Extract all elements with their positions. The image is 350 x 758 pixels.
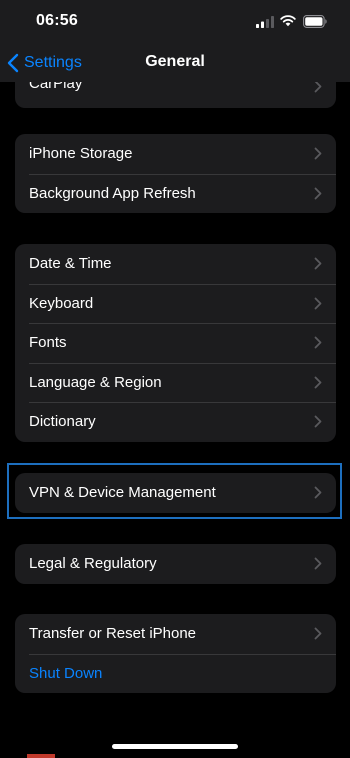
page-title: General [145,53,205,70]
chevron-right-icon [314,187,322,200]
chevron-right-icon [314,415,322,428]
chevron-right-icon [314,557,322,570]
row-label: VPN & Device Management [29,484,216,502]
reset-group: Transfer or Reset iPhone Shut Down [15,614,336,693]
chevron-right-icon [314,297,322,310]
row-label: Language & Region [29,373,162,391]
row-label: Keyboard [29,294,94,312]
chevron-right-icon [314,376,322,389]
status-time: 06:56 [36,12,78,29]
bottom-edge-decoration [27,754,55,758]
signal-icon [256,16,274,28]
row-background-app-refresh[interactable]: Background App Refresh [15,173,336,214]
chevron-right-icon [314,627,322,640]
navigation-bar: Settings General [0,44,350,82]
battery-icon [303,15,327,28]
row-legal-regulatory[interactable]: Legal & Regulatory [15,544,336,584]
wifi-icon [280,15,296,27]
row-vpn-device-management[interactable]: VPN & Device Management [15,473,336,513]
chevron-right-icon [314,257,322,270]
status-bar: 06:56 [0,0,350,44]
settings-general-screen: CarPlay 06:56 Settings General iPhone St… [0,0,350,758]
row-label: Date & Time [29,255,112,273]
row-label: Shut Down [29,664,103,682]
chevron-right-icon [314,336,322,349]
chevron-right-icon [314,147,322,160]
locale-group: Date & Time Keyboard Fonts Language & Re… [15,244,336,442]
chevron-right-icon [314,486,322,499]
row-fonts[interactable]: Fonts [15,323,336,363]
row-label: Fonts [29,334,67,352]
row-transfer-reset[interactable]: Transfer or Reset iPhone [15,614,336,654]
row-label: iPhone Storage [29,145,133,163]
row-label: Background App Refresh [29,184,196,202]
row-date-time[interactable]: Date & Time [15,244,336,284]
legal-group: Legal & Regulatory [15,544,336,584]
row-label: Transfer or Reset iPhone [29,625,197,643]
row-label: Legal & Regulatory [29,555,157,573]
row-dictionary[interactable]: Dictionary [15,402,336,442]
home-indicator[interactable] [112,744,238,749]
row-keyboard[interactable]: Keyboard [15,283,336,324]
row-iphone-storage[interactable]: iPhone Storage [15,134,336,174]
shut-down-button[interactable]: Shut Down [15,653,336,694]
vpn-group: VPN & Device Management [15,473,336,513]
row-language-region[interactable]: Language & Region [15,362,336,403]
row-label: Dictionary [29,413,96,431]
storage-group: iPhone Storage Background App Refresh [15,134,336,213]
